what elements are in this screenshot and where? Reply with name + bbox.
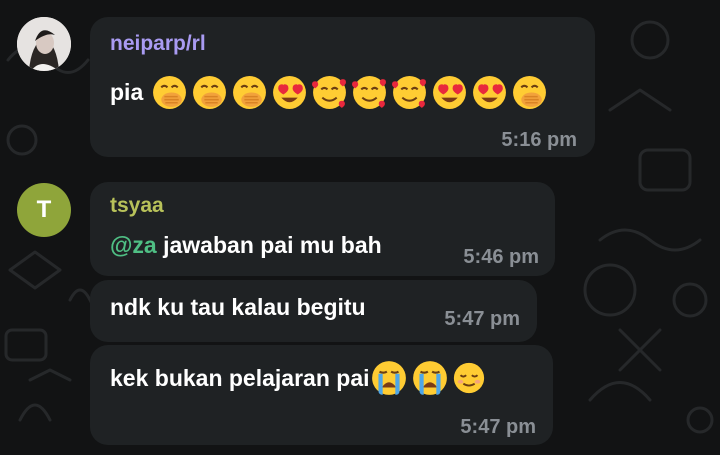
sender-name[interactable]: tsyaa: [110, 194, 164, 218]
crying-face-icon: [370, 359, 408, 397]
message-text-content: pia: [110, 79, 144, 105]
smiling-face-with-hearts-icon: [351, 74, 388, 111]
heart-eyes-icon: [471, 74, 508, 111]
message-text: kek bukan pelajaran pai: [110, 359, 489, 397]
sender-name[interactable]: neiparp/rl: [110, 32, 206, 56]
smiling-face-with-hearts-icon: [391, 74, 428, 111]
message-timestamp: 5:47 pm: [444, 308, 520, 330]
mention-link[interactable]: @za: [110, 232, 157, 258]
hand-over-mouth-icon: [151, 74, 188, 111]
message-text-content: jawaban pai mu bah: [156, 232, 382, 258]
message-text-content: kek bukan pelajaran pai: [110, 364, 370, 391]
avatar-neiparp[interactable]: [17, 17, 71, 71]
message-bubble[interactable]: kek bukan pelajaran pai 5:47 pm: [90, 345, 553, 445]
crying-face-icon: [411, 359, 449, 397]
relieved-face-icon: [452, 361, 486, 395]
heart-eyes-icon: [431, 74, 468, 111]
message-timestamp: 5:47 pm: [460, 416, 536, 438]
message-timestamp: 5:46 pm: [463, 246, 539, 268]
message-bubble[interactable]: tsyaa @za jawaban pai mu bah 5:46 pm: [90, 182, 555, 276]
message-timestamp: 5:16 pm: [501, 129, 577, 151]
heart-eyes-icon: [271, 74, 308, 111]
hand-over-mouth-icon: [511, 74, 548, 111]
message-text: pia: [110, 74, 551, 111]
message-bubble[interactable]: neiparp/rl pia 5:16 pm: [90, 17, 595, 157]
smiling-face-with-hearts-icon: [311, 74, 348, 111]
message-text: @za jawaban pai mu bah: [110, 232, 382, 259]
message-bubble[interactable]: ndk ku tau kalau begitu 5:47 pm: [90, 280, 537, 342]
profile-photo-icon: [17, 17, 71, 71]
hand-over-mouth-icon: [191, 74, 228, 111]
message-text: ndk ku tau kalau begitu: [110, 294, 366, 320]
hand-over-mouth-icon: [231, 74, 268, 111]
avatar-tsyaa[interactable]: T: [17, 183, 71, 237]
